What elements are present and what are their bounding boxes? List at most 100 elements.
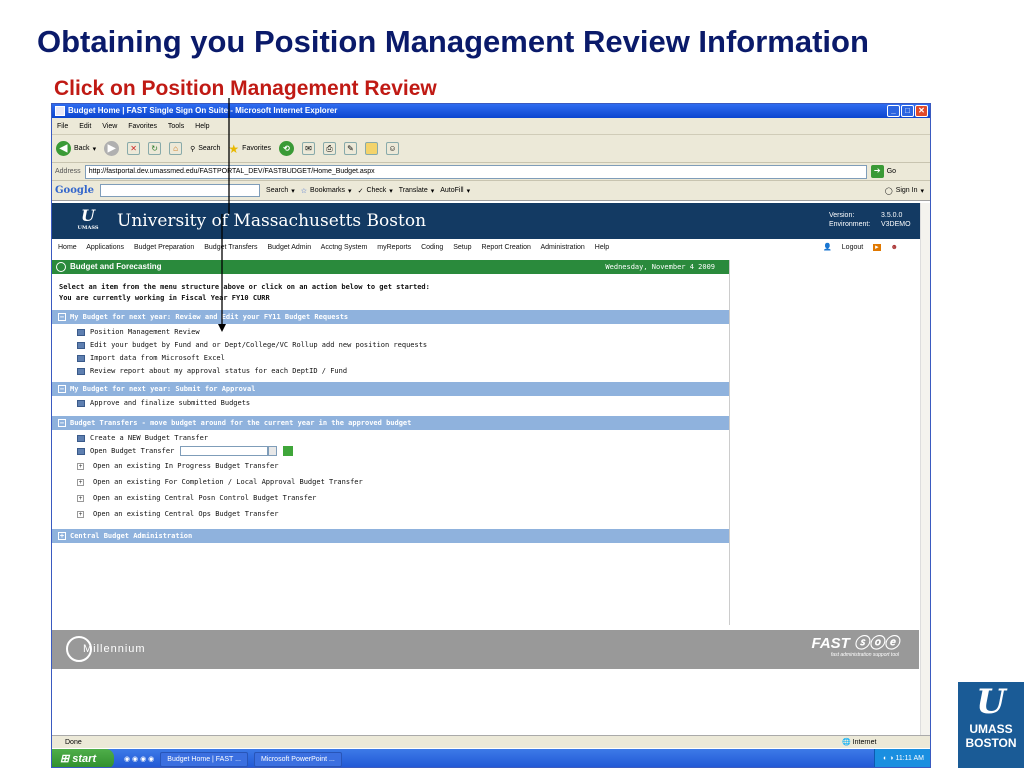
expand-icon[interactable]: + — [77, 511, 84, 518]
taskbar-item-powerpoint[interactable]: Microsoft PowerPoint ... — [253, 751, 342, 767]
budget-forecasting-header: Budget and Forecasting Wednesday, Novemb… — [52, 260, 729, 274]
nav-home[interactable]: Home — [58, 244, 77, 251]
item-create-transfer[interactable]: Create a NEW Budget Transfer — [52, 432, 729, 445]
taskbar-item-browser[interactable]: Budget Home | FAST ... — [160, 751, 248, 767]
status-text: Done — [65, 739, 82, 746]
go-button[interactable]: ➔ Go — [870, 165, 896, 178]
nav-budget-transfers[interactable]: Budget Transfers — [204, 244, 257, 251]
menu-tools[interactable]: Tools — [168, 123, 184, 130]
address-label: Address — [55, 168, 81, 175]
collapse-icon[interactable]: − — [58, 313, 66, 321]
nav-setup[interactable]: Setup — [453, 244, 471, 251]
section-review-edit[interactable]: − My Budget for next year: Review and Edi… — [52, 310, 729, 324]
item-position-management-review[interactable]: Position Management Review — [52, 326, 729, 339]
nav-budget-admin[interactable]: Budget Admin — [268, 244, 312, 251]
bookmarks-button[interactable]: ☆ Bookmarks ▾ — [301, 187, 352, 195]
slide-subtitle: Click on Position Management Review — [54, 77, 437, 100]
print-icon[interactable]: ⎙ — [322, 142, 336, 155]
item-central-ops[interactable]: + Open an existing Central Ops Budget Tra… — [52, 508, 729, 521]
logout-icon: 👤 — [823, 244, 832, 251]
maximize-button[interactable]: □ — [901, 105, 914, 117]
section-budget-transfers[interactable]: − Budget Transfers - move budget around f… — [52, 416, 729, 430]
nav-myreports[interactable]: myReports — [377, 244, 411, 251]
collapse-icon[interactable]: − — [58, 385, 66, 393]
nav-administration[interactable]: Administration — [540, 244, 584, 251]
fast-logo: FAST ⓢⓞⓔ fast administration support tool — [811, 635, 899, 659]
stop-icon[interactable]: ✕ — [127, 142, 141, 155]
collapse-icon[interactable]: − — [58, 419, 66, 427]
check-button[interactable]: ✓ Check ▾ — [358, 187, 393, 195]
autofill-button[interactable]: AutoFill ▾ — [440, 187, 470, 195]
nav-coding[interactable]: Coding — [421, 244, 443, 251]
nav-acctng-system[interactable]: Acctng System — [321, 244, 368, 251]
expand-icon[interactable]: + — [77, 495, 84, 502]
history-icon[interactable]: ⟲ — [278, 141, 294, 156]
expand-icon[interactable]: + — [77, 479, 84, 486]
forward-button[interactable]: ▶ — [104, 141, 120, 156]
address-input[interactable]: http://fastportal.dev.umassmed.edu/FASTP… — [84, 164, 867, 179]
menu-edit[interactable]: Edit — [79, 123, 91, 130]
signin-button[interactable]: ◯ Sign In ▾ — [885, 187, 924, 195]
item-edit-budget[interactable]: Edit your budget by Fund and or Dept/Col… — [52, 339, 729, 352]
vertical-scrollbar[interactable] — [920, 203, 930, 735]
intro-text: Select an item from the menu structure a… — [59, 283, 430, 302]
ie-page-icon — [55, 106, 65, 116]
page-icon — [77, 435, 85, 442]
window-title: Budget Home | FAST Single Sign On Suite … — [68, 106, 338, 115]
item-approve-budgets[interactable]: Approve and finalize submitted Budgets — [52, 397, 729, 410]
google-search-input[interactable] — [100, 184, 261, 197]
item-central-posn[interactable]: + Open an existing Central Posn Control B… — [52, 492, 729, 505]
zone-indicator: 🌐 Internet — [842, 739, 877, 746]
home-icon[interactable]: ⌂ — [169, 142, 183, 155]
nav-applications[interactable]: Applications — [86, 244, 124, 251]
nav-help[interactable]: Help — [595, 244, 609, 251]
edit-icon[interactable]: ✎ — [343, 142, 357, 155]
menu-view[interactable]: View — [102, 123, 117, 130]
section-submit-approval[interactable]: − My Budget for next year: Submit for App… — [52, 382, 729, 396]
minimize-button[interactable]: _ — [887, 105, 900, 117]
messenger-icon[interactable]: ☺ — [385, 142, 399, 155]
start-button[interactable]: ⊞ start — [52, 749, 114, 767]
expand-icon[interactable]: + — [77, 463, 84, 470]
favorites-button[interactable]: ★ Favorites — [228, 142, 271, 156]
refresh-icon[interactable]: ↻ — [148, 142, 162, 155]
item-for-completion[interactable]: + Open an existing For Completion / Local… — [52, 476, 729, 489]
back-arrow-icon: ◀ — [56, 141, 71, 156]
menu-file[interactable]: File — [57, 123, 68, 130]
mail-icon[interactable]: ✉ — [301, 142, 315, 155]
menu-help[interactable]: Help — [195, 123, 209, 130]
logout-link[interactable]: Logout — [842, 244, 863, 251]
exit-icon[interactable]: ▸ — [873, 244, 881, 251]
nav-report-creation[interactable]: Report Creation — [481, 244, 530, 251]
taskbar: ⊞ start ◉ ◉ ◉ ◉ Budget Home | FAST ... M… — [52, 749, 930, 767]
item-review-report[interactable]: Review report about my approval status f… — [52, 365, 729, 378]
page-icon — [77, 355, 85, 362]
menu-favorites[interactable]: Favorites — [128, 123, 157, 130]
chevron-down-icon[interactable] — [268, 446, 278, 456]
nav-budget-preparation[interactable]: Budget Preparation — [134, 244, 194, 251]
signin-icon: ◯ — [884, 187, 893, 195]
section-central-admin[interactable]: + Central Budget Administration — [52, 529, 729, 543]
item-import-excel[interactable]: Import data from Microsoft Excel — [52, 352, 729, 365]
millennium-ring-icon — [66, 636, 92, 662]
transfer-select[interactable] — [180, 446, 269, 456]
umass-logo: U UMASS — [77, 206, 99, 232]
open-go-button[interactable] — [283, 446, 294, 456]
google-search-button[interactable]: Search ▾ — [266, 187, 295, 195]
back-button[interactable]: ◀ Back ▾ — [56, 141, 96, 156]
folder-icon[interactable] — [364, 142, 378, 155]
university-name: University of Massachusetts Boston — [117, 211, 427, 231]
translate-button[interactable]: Translate ▾ — [399, 187, 434, 195]
window-titlebar[interactable]: Budget Home | FAST Single Sign On Suite … — [52, 104, 930, 118]
header-title: Budget and Forecasting — [70, 262, 162, 271]
users-icon[interactable]: ☻ — [891, 244, 898, 251]
search-icon: ⚲ — [190, 145, 196, 153]
close-button[interactable]: ✕ — [915, 105, 928, 117]
quicklaunch-icons[interactable]: ◉ ◉ ◉ ◉ — [124, 755, 154, 763]
slide: Obtaining you Position Management Review… — [0, 0, 1024, 768]
search-button[interactable]: ⚲ Search — [190, 145, 220, 153]
header-date: Wednesday, November 4 2009 — [605, 263, 715, 271]
expand-icon[interactable]: + — [58, 532, 66, 540]
browser-toolbar: ◀ Back ▾ ▶ ✕ ↻ ⌂ ⚲ Search ★ Favorites ⟲ ✉ ⎙… — [52, 135, 930, 163]
item-in-progress[interactable]: + Open an existing In Progress Budget Tra… — [52, 460, 729, 473]
